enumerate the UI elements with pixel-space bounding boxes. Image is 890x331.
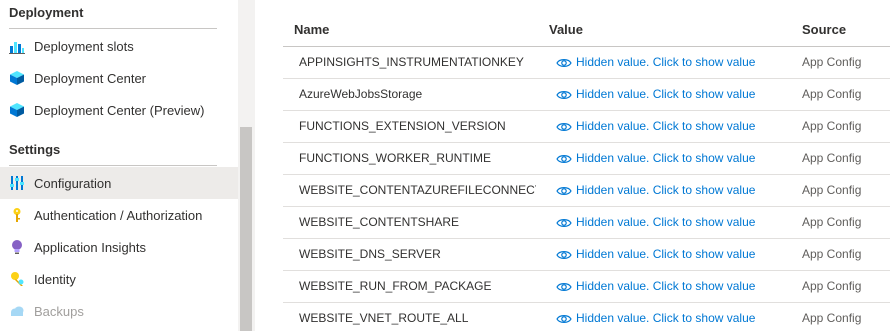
show-value-link[interactable]: Hidden value. Click to show value: [556, 215, 755, 229]
table-row[interactable]: FUNCTIONS_WORKER_RUNTIME Hidden value. Cl…: [283, 143, 890, 175]
hidden-value-text: Hidden value. Click to show value: [576, 215, 756, 229]
show-value-link[interactable]: Hidden value. Click to show value: [556, 183, 755, 197]
setting-name: AzureWebJobsStorage: [299, 87, 423, 101]
cube-icon: [9, 70, 25, 86]
sliders-icon: [9, 175, 25, 191]
identity-key-icon: [9, 271, 25, 287]
eye-icon: [556, 184, 572, 196]
cloud-icon: [9, 303, 25, 319]
setting-name: WEBSITE_CONTENTSHARE: [299, 215, 460, 229]
eye-icon: [556, 312, 572, 324]
setting-source: App Config: [802, 311, 862, 325]
sidebar-item-backups[interactable]: Backups: [0, 295, 238, 327]
sidebar-item-deployment-center[interactable]: Deployment Center: [0, 62, 238, 94]
setting-name: WEBSITE_RUN_FROM_PACKAGE: [299, 279, 492, 293]
sidebar-item-label: Deployment slots: [34, 38, 134, 54]
eye-icon: [556, 56, 572, 68]
sidebar-item-application-insights[interactable]: Application Insights: [0, 231, 238, 263]
sidebar-item-deployment-slots[interactable]: Deployment slots: [0, 30, 238, 62]
app-configuration-view: Deployment Deployment slots Deployment C…: [0, 0, 890, 331]
column-header-source[interactable]: Source: [802, 22, 846, 37]
hidden-value-text: Hidden value. Click to show value: [576, 279, 756, 293]
sidebar-item-identity[interactable]: Identity: [0, 263, 238, 295]
setting-source: App Config: [802, 247, 862, 261]
sidebar-item-configuration[interactable]: Configuration: [0, 167, 238, 199]
setting-source: App Config: [802, 119, 862, 133]
eye-icon: [556, 280, 572, 292]
setting-name: FUNCTIONS_EXTENSION_VERSION: [299, 119, 506, 133]
setting-source: App Config: [802, 183, 862, 197]
hidden-value-text: Hidden value. Click to show value: [576, 183, 756, 197]
hidden-value-text: Hidden value. Click to show value: [576, 311, 756, 325]
show-value-link[interactable]: Hidden value. Click to show value: [556, 87, 755, 101]
setting-name: WEBSITE_DNS_SERVER: [299, 247, 441, 261]
eye-icon: [556, 120, 572, 132]
sidebar-item-authentication[interactable]: Authentication / Authorization: [0, 199, 238, 231]
table-row[interactable]: WEBSITE_CONTENTAZUREFILECONNECTIONSTRING…: [283, 175, 890, 207]
show-value-link[interactable]: Hidden value. Click to show value: [556, 55, 755, 69]
section-header-deployment: Deployment: [9, 5, 84, 20]
setting-source: App Config: [802, 87, 862, 101]
sidebar-item-deployment-center-preview[interactable]: Deployment Center (Preview): [0, 94, 238, 126]
deployment-slots-icon: [9, 38, 25, 54]
app-settings-table: Name Value Source APPINSIGHTS_INSTRUMENT…: [283, 0, 890, 331]
hidden-value-text: Hidden value. Click to show value: [576, 151, 756, 165]
sidebar-item-label: Authentication / Authorization: [34, 207, 203, 223]
setting-name: FUNCTIONS_WORKER_RUNTIME: [299, 151, 492, 165]
sidebar-item-label: Deployment Center: [34, 70, 146, 86]
cube-icon: [9, 102, 25, 118]
table-row[interactable]: FUNCTIONS_EXTENSION_VERSION Hidden value.…: [283, 111, 890, 143]
setting-name: APPINSIGHTS_INSTRUMENTATIONKEY: [299, 55, 524, 69]
show-value-link[interactable]: Hidden value. Click to show value: [556, 311, 755, 325]
sidebar-menu: Deployment Deployment slots Deployment C…: [0, 0, 238, 331]
sidebar-scrollbar-thumb[interactable]: [240, 127, 252, 331]
show-value-link[interactable]: Hidden value. Click to show value: [556, 151, 755, 165]
key-icon: [9, 207, 25, 223]
show-value-link[interactable]: Hidden value. Click to show value: [556, 279, 755, 293]
column-header-name[interactable]: Name: [294, 22, 329, 37]
setting-source: App Config: [802, 151, 862, 165]
table-row[interactable]: WEBSITE_VNET_ROUTE_ALL Hidden value. Clic…: [283, 303, 890, 331]
sidebar-item-label: Backups: [34, 303, 84, 319]
table-row[interactable]: WEBSITE_DNS_SERVER Hidden value. Click to…: [283, 239, 890, 271]
sidebar-item-label: Configuration: [34, 175, 112, 191]
table-row[interactable]: WEBSITE_CONTENTSHARE Hidden value. Click …: [283, 207, 890, 239]
section-header-settings: Settings: [9, 142, 61, 157]
show-value-link[interactable]: Hidden value. Click to show value: [556, 247, 755, 261]
section-divider: [9, 28, 217, 29]
section-divider: [9, 165, 217, 166]
eye-icon: [556, 152, 572, 164]
show-value-link[interactable]: Hidden value. Click to show value: [556, 119, 755, 133]
setting-name: WEBSITE_VNET_ROUTE_ALL: [299, 311, 469, 325]
eye-icon: [556, 88, 572, 100]
eye-icon: [556, 216, 572, 228]
eye-icon: [556, 248, 572, 260]
setting-source: App Config: [802, 55, 862, 69]
column-header-value[interactable]: Value: [549, 22, 583, 37]
sidebar-item-label: Deployment Center (Preview): [34, 102, 205, 118]
table-row[interactable]: AzureWebJobsStorage Hidden value. Click t…: [283, 79, 890, 111]
sidebar-item-label: Identity: [34, 271, 76, 287]
setting-source: App Config: [802, 279, 862, 293]
hidden-value-text: Hidden value. Click to show value: [576, 87, 756, 101]
setting-source: App Config: [802, 215, 862, 229]
lightbulb-icon: [9, 239, 25, 255]
hidden-value-text: Hidden value. Click to show value: [576, 119, 756, 133]
sidebar-item-label: Application Insights: [34, 239, 147, 255]
hidden-value-text: Hidden value. Click to show value: [576, 55, 756, 69]
table-row[interactable]: WEBSITE_RUN_FROM_PACKAGE Hidden value. Cl…: [283, 271, 890, 303]
setting-name: WEBSITE_CONTENTAZUREFILECONNECTIONSTRING: [299, 183, 536, 197]
hidden-value-text: Hidden value. Click to show value: [576, 247, 756, 261]
table-row[interactable]: APPINSIGHTS_INSTRUMENTATIONKEY Hidden val…: [283, 47, 890, 79]
